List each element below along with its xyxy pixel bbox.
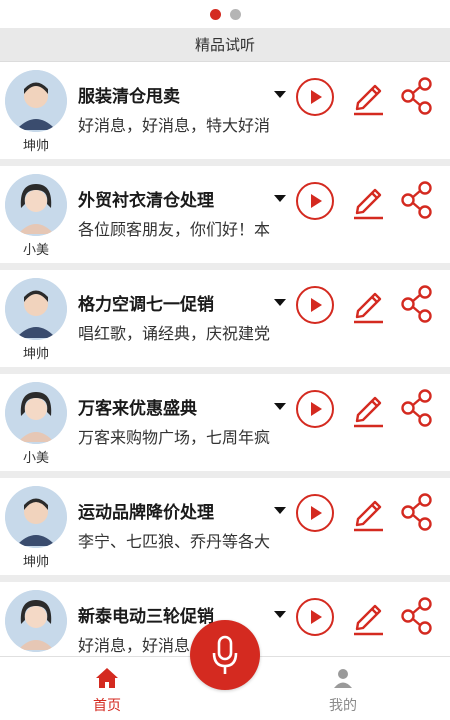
speaker: 坤帅 <box>3 486 69 570</box>
list-item[interactable]: 小美 外贸衬衣清仓处理 各位顾客朋友，你们好！本 <box>0 166 450 270</box>
microphone-icon <box>212 635 238 674</box>
play-icon <box>311 90 322 104</box>
caret-down-icon[interactable] <box>274 507 286 514</box>
share-icon[interactable] <box>400 284 434 324</box>
avatar <box>5 70 67 132</box>
share-icon[interactable] <box>400 492 434 532</box>
item-title: 外贸衬衣清仓处理 <box>78 191 214 211</box>
speaker-name: 坤帅 <box>22 555 49 570</box>
pencil-icon[interactable] <box>351 596 385 636</box>
pencil-icon[interactable] <box>351 284 385 324</box>
play-icon <box>311 610 322 624</box>
avatar <box>5 382 67 444</box>
list-item[interactable]: 坤帅 服装清仓甩卖 好消息，好消息，特大好消 <box>0 62 450 166</box>
page-dot[interactable] <box>229 8 241 20</box>
page-indicator <box>0 0 450 28</box>
avatar <box>5 278 67 340</box>
pencil-icon[interactable] <box>351 388 385 428</box>
speaker: 小美 <box>3 174 69 258</box>
home-icon <box>96 668 118 688</box>
list-item[interactable]: 坤帅 运动品牌降价处理 李宁、七匹狼、乔丹等各大 <box>0 478 450 582</box>
play-button[interactable] <box>296 286 334 324</box>
item-title: 服装清仓甩卖 <box>78 87 180 107</box>
speaker: 坤帅 <box>3 70 69 154</box>
caret-down-icon[interactable] <box>274 403 286 410</box>
page-dot-active[interactable] <box>209 8 221 20</box>
share-icon[interactable] <box>400 180 434 220</box>
item-description: 李宁、七匹狼、乔丹等各大 <box>78 532 271 551</box>
tab-home-label: 首页 <box>93 698 121 714</box>
share-icon[interactable] <box>400 388 434 428</box>
list-item[interactable]: 坤帅 格力空调七一促销 唱红歌，诵经典，庆祝建党 <box>0 270 450 374</box>
play-button[interactable] <box>296 182 334 220</box>
item-description: 万客来购物广场，七周年疯 <box>78 428 271 447</box>
play-button[interactable] <box>296 494 334 532</box>
item-title: 新泰电动三轮促销 <box>78 607 214 627</box>
speaker-name: 小美 <box>22 243 49 258</box>
caret-down-icon[interactable] <box>274 91 286 98</box>
item-title: 运动品牌降价处理 <box>78 503 214 523</box>
avatar <box>5 486 67 548</box>
share-icon[interactable] <box>400 596 434 636</box>
play-button[interactable] <box>296 598 334 636</box>
caret-down-icon[interactable] <box>274 611 286 618</box>
item-description: 好消息，好消息，新泰电 <box>78 636 255 655</box>
share-icon[interactable] <box>400 76 434 116</box>
tab-me-label: 我的 <box>329 698 357 714</box>
speaker: 坤帅 <box>3 278 69 362</box>
item-title: 万客来优惠盛典 <box>78 399 197 419</box>
speaker: 小美 <box>3 590 69 656</box>
caret-down-icon[interactable] <box>274 299 286 306</box>
item-title: 格力空调七一促销 <box>78 295 214 315</box>
record-button[interactable] <box>190 620 260 690</box>
pencil-icon[interactable] <box>351 76 385 116</box>
play-icon <box>311 506 322 520</box>
pencil-icon[interactable] <box>351 492 385 532</box>
speaker-name: 坤帅 <box>22 347 49 362</box>
section-header: 精品试听 <box>0 28 450 62</box>
section-title: 精品试听 <box>194 36 255 54</box>
user-icon <box>334 669 352 688</box>
avatar <box>5 590 67 652</box>
play-button[interactable] <box>296 78 334 116</box>
speaker-name: 坤帅 <box>22 139 49 154</box>
tab-home[interactable]: 首页 <box>62 665 152 715</box>
item-description: 好消息，好消息，特大好消 <box>78 116 271 135</box>
pencil-icon[interactable] <box>351 180 385 220</box>
audio-list: 坤帅 服装清仓甩卖 好消息，好消息，特大好消 小美 外贸衬衣清仓处理 各位顾客朋… <box>0 62 450 656</box>
speaker: 小美 <box>3 382 69 466</box>
item-description: 各位顾客朋友，你们好！本 <box>78 220 271 239</box>
list-item[interactable]: 小美 万客来优惠盛典 万客来购物广场，七周年疯 <box>0 374 450 478</box>
speaker-name: 小美 <box>22 451 49 466</box>
item-description: 唱红歌，诵经典，庆祝建党 <box>78 324 271 343</box>
play-icon <box>311 194 322 208</box>
tab-me[interactable]: 我的 <box>298 665 388 715</box>
play-button[interactable] <box>296 390 334 428</box>
play-icon <box>311 402 322 416</box>
caret-down-icon[interactable] <box>274 195 286 202</box>
play-icon <box>311 298 322 312</box>
avatar <box>5 174 67 236</box>
